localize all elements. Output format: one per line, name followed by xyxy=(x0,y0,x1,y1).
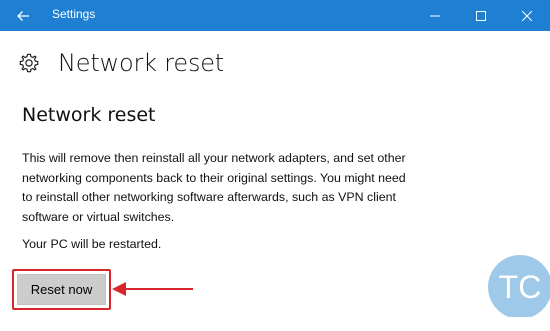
watermark-text: TC xyxy=(499,269,542,305)
window-title: Settings xyxy=(52,7,96,21)
close-button[interactable] xyxy=(504,0,550,31)
back-arrow-icon xyxy=(17,10,29,21)
back-button[interactable] xyxy=(0,0,46,31)
section-title: Network reset xyxy=(22,104,156,126)
reset-now-button[interactable]: Reset now xyxy=(17,274,106,305)
minimize-button[interactable] xyxy=(412,0,458,31)
restart-note: Your PC will be restarted. xyxy=(22,237,162,251)
close-icon xyxy=(522,10,532,21)
page-title: Network reset xyxy=(58,49,225,77)
reset-description: This will remove then reinstall all your… xyxy=(22,151,406,224)
page-header: Network reset xyxy=(18,46,224,80)
gear-icon xyxy=(19,53,39,73)
maximize-icon xyxy=(476,10,486,21)
red-arrow-left-icon xyxy=(112,282,193,296)
minimize-icon xyxy=(430,15,440,16)
tc-logo-watermark: TC xyxy=(488,255,550,317)
maximize-button[interactable] xyxy=(458,0,504,31)
title-bar: Settings xyxy=(0,0,550,31)
